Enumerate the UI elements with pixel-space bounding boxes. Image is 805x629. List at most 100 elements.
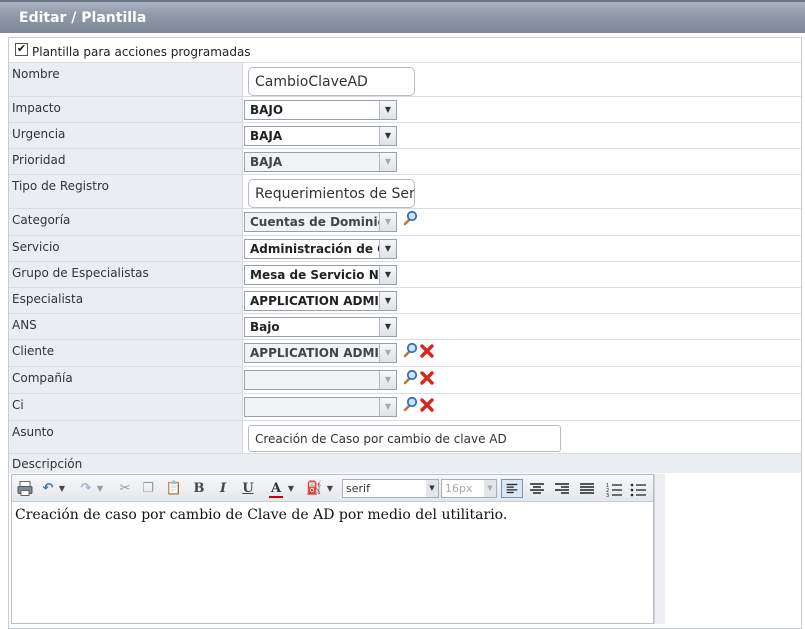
paint-bucket-icon[interactable]: ⛽ <box>306 479 322 498</box>
redo-icon[interactable]: ↷ <box>79 479 93 498</box>
undo-icon[interactable]: ↶ <box>41 479 55 498</box>
label-asunto: Asunto <box>9 421 243 453</box>
chevron-down-icon: ▼ <box>379 371 396 389</box>
page-header: Editar / Plantilla <box>0 0 805 33</box>
label-cliente: Cliente <box>9 340 243 366</box>
nombre-input[interactable]: CambioClaveAD <box>248 67 415 96</box>
font-size-value: 16px <box>445 482 473 495</box>
bold-button[interactable]: B <box>192 479 206 498</box>
search-icon[interactable] <box>402 369 418 385</box>
row-cliente: Cliente APPLICATION ADMINIST ▼ <box>9 340 801 367</box>
row-descripcion: Descripción <box>9 454 801 473</box>
grupo-value: Mesa de Servicio Nivel <box>250 268 397 282</box>
compania-select: ▼ <box>244 370 397 390</box>
template-checkbox-label: Plantilla para acciones programadas <box>32 45 251 59</box>
row-asunto: Asunto Creación de Caso por cambio de cl… <box>9 421 801 454</box>
chevron-down-icon[interactable]: ▼ <box>286 479 296 498</box>
delete-icon[interactable] <box>419 370 435 386</box>
grupo-select[interactable]: Mesa de Servicio Nivel ▼ <box>244 265 397 285</box>
row-urgencia: Urgencia BAJA ▼ <box>9 123 801 149</box>
label-servicio: Servicio <box>9 236 243 261</box>
font-size-select[interactable]: 16px ▼ <box>441 479 497 498</box>
template-checkbox[interactable]: ✔ <box>15 43 28 56</box>
chevron-down-icon[interactable]: ▼ <box>379 101 396 119</box>
chevron-down-icon: ▼ <box>379 213 396 231</box>
bullet-list-icon[interactable] <box>628 479 648 498</box>
label-compania: Compañía <box>9 367 243 393</box>
justify-icon[interactable] <box>577 479 597 498</box>
align-left-icon[interactable] <box>501 479 523 498</box>
align-right-icon[interactable] <box>552 479 572 498</box>
chevron-down-icon[interactable]: ▼ <box>379 266 396 284</box>
numbered-list-icon[interactable]: 1 2 3 <box>604 479 624 498</box>
ans-value: Bajo <box>250 320 280 334</box>
chevron-down-icon: ▼ <box>379 153 396 171</box>
editor-scrollbar[interactable] <box>654 474 665 624</box>
row-impacto: Impacto BAJO ▼ <box>9 97 801 123</box>
asunto-input[interactable]: Creación de Caso por cambio de clave AD <box>248 425 561 452</box>
editor-toolbar: ↶ ▼ ↷ ▼ ✂ ❐ 📋 B I U A ▼ ⛽ ▼ serif ▼ 16px… <box>12 475 653 502</box>
label-grupo: Grupo de Especialistas <box>9 262 243 287</box>
prioridad-value: BAJA <box>250 155 283 169</box>
especialista-select[interactable]: APPLICATION ADMINIST ▼ <box>244 291 397 311</box>
row-grupo: Grupo de Especialistas Mesa de Servicio … <box>9 262 801 288</box>
impacto-value: BAJO <box>250 103 284 117</box>
chevron-down-icon: ▼ <box>379 398 396 416</box>
template-form: ✔ Plantilla para acciones programadas No… <box>8 37 802 629</box>
urgencia-value: BAJA <box>250 129 283 143</box>
label-ci: Ci <box>9 394 243 420</box>
urgencia-select[interactable]: BAJA ▼ <box>244 126 397 146</box>
servicio-value: Administración de Cuer <box>250 242 397 256</box>
chevron-down-icon[interactable]: ▼ <box>379 292 396 310</box>
tipo-registro-input[interactable]: Requerimientos de Servi <box>248 179 415 208</box>
categoria-select: Cuentas de Dominio ▼ <box>244 212 397 232</box>
row-compania: Compañía ▼ <box>9 367 801 394</box>
label-especialista: Especialista <box>9 288 243 313</box>
svg-text:3: 3 <box>606 493 609 498</box>
label-urgencia: Urgencia <box>9 123 243 148</box>
align-center-icon[interactable] <box>527 479 547 498</box>
paste-icon[interactable]: 📋 <box>165 479 183 498</box>
copy-icon[interactable]: ❐ <box>140 479 156 498</box>
search-icon[interactable] <box>402 210 418 226</box>
row-ci: Ci ▼ <box>9 394 801 421</box>
font-family-select[interactable]: serif ▼ <box>342 479 439 498</box>
search-icon[interactable] <box>402 342 418 358</box>
label-nombre: Nombre <box>9 63 243 96</box>
row-prioridad: Prioridad BAJA ▼ <box>9 149 801 175</box>
chevron-down-icon[interactable]: ▼ <box>57 479 67 498</box>
servicio-select[interactable]: Administración de Cuer ▼ <box>244 239 397 259</box>
row-servicio: Servicio Administración de Cuer ▼ <box>9 236 801 262</box>
print-icon[interactable] <box>16 479 34 498</box>
chevron-down-icon[interactable]: ▼ <box>379 318 396 336</box>
label-impacto: Impacto <box>9 97 243 122</box>
row-tipo-registro: Tipo de Registro Requerimientos de Servi <box>9 175 801 209</box>
prioridad-select: BAJA ▼ <box>244 152 397 172</box>
label-descripcion: Descripción <box>12 457 83 471</box>
delete-icon[interactable] <box>419 397 435 413</box>
row-categoria: Categoría Cuentas de Dominio ▼ <box>9 209 801 236</box>
chevron-down-icon[interactable]: ▼ <box>379 127 396 145</box>
cut-icon[interactable]: ✂ <box>117 479 133 498</box>
search-icon[interactable] <box>402 396 418 412</box>
impacto-select[interactable]: BAJO ▼ <box>244 100 397 120</box>
chevron-down-icon[interactable]: ▼ <box>379 240 396 258</box>
italic-button[interactable]: I <box>216 479 230 498</box>
underline-button[interactable]: U <box>241 479 255 498</box>
description-editor: ↶ ▼ ↷ ▼ ✂ ❐ 📋 B I U A ▼ ⛽ ▼ serif ▼ 16px… <box>11 474 654 624</box>
label-ans: ANS <box>9 314 243 339</box>
template-checkbox-row: ✔ Plantilla para acciones programadas <box>9 38 801 63</box>
label-tipo-registro: Tipo de Registro <box>9 175 243 208</box>
ci-select: ▼ <box>244 397 397 417</box>
chevron-down-icon[interactable]: ▼ <box>325 479 335 498</box>
chevron-down-icon[interactable]: ▼ <box>95 479 105 498</box>
ans-select[interactable]: Bajo ▼ <box>244 317 397 337</box>
especialista-value: APPLICATION ADMINIST <box>250 294 397 308</box>
delete-icon[interactable] <box>419 343 435 359</box>
editor-content[interactable]: Creación de caso por cambio de Clave de … <box>15 507 507 523</box>
chevron-down-icon[interactable]: ▼ <box>484 480 496 497</box>
chevron-down-icon[interactable]: ▼ <box>426 480 438 497</box>
row-ans: ANS Bajo ▼ <box>9 314 801 340</box>
font-color-button[interactable]: A <box>269 479 283 498</box>
categoria-value: Cuentas de Dominio <box>250 215 386 229</box>
